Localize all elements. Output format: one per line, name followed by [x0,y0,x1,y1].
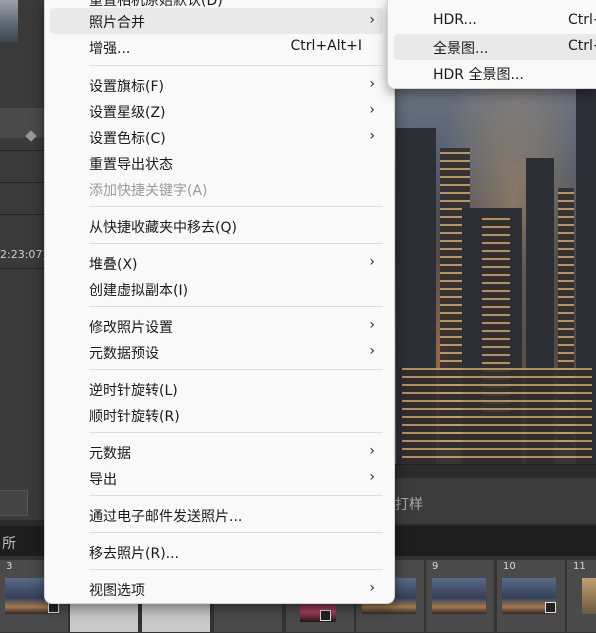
menu-item-label: 修改照片设置 [89,320,173,336]
menu-item-email-photo[interactable]: 通过电子邮件发送照片... [50,502,383,528]
menu-item-label: 重置导出状态 [89,157,173,173]
menu-separator [89,206,383,207]
city-night-photo [392,88,596,464]
menu-item-set-color-label[interactable]: 设置色标(C) › [50,124,383,150]
left-panel-button[interactable] [0,490,28,516]
filmstrip-source-label[interactable]: 所 [2,533,16,553]
menu-item-label: 顺时针旋转(R) [89,409,180,425]
menu-item-label: 元数据预设 [89,346,159,362]
menu-item-view-options[interactable]: 视图选项 › [50,576,383,602]
menu-item-shortcut: Ctrl+Alt+I [290,38,362,54]
menu-item-label: 设置旗标(F) [89,79,164,95]
chevron-right-icon: › [369,254,375,270]
menu-item-metadata[interactable]: 元数据 › [50,439,383,465]
left-panel-divider [0,214,50,215]
filmstrip-thumbnail[interactable] [432,578,486,614]
filmstrip-thumbnail[interactable] [582,578,596,614]
menu-separator [89,243,383,244]
menu-separator [89,369,383,370]
menu-separator [89,432,383,433]
menu-item-label: 视图选项 [89,583,145,599]
left-panel-slider-track[interactable] [0,108,50,138]
menu-item-add-quick-keyword: 添加快捷关键字(A) [50,176,383,202]
menu-item-stacking[interactable]: 堆叠(X) › [50,250,383,276]
photo-building [402,368,592,464]
chevron-right-icon: › [369,443,375,459]
chevron-right-icon: › [369,12,375,28]
menu-separator [89,65,383,66]
menu-item-label: 创建虚拟副本(I) [89,283,189,299]
menu-item-rotate-right[interactable]: 顺时针旋转(R) [50,402,383,428]
submenu-item-hdr[interactable]: HDR... Ctrl+ [394,8,596,34]
menu-item-label: 从快捷收藏夹中移去(Q) [89,220,237,236]
left-panel-thumbnail [0,0,18,42]
menu-item-label: 堆叠(X) [89,257,138,273]
menu-item-label: 逆时针旋转(L) [89,383,178,399]
menu-item-label: 移去照片(R)... [89,546,180,562]
menu-item-remove-photo[interactable]: 移去照片(R)... [50,539,383,565]
menu-item-develop-settings[interactable]: 修改照片设置 › [50,313,383,339]
menu-item-label: HDR... [433,12,477,28]
filmstrip-number: 3 [6,561,13,572]
menu-item-set-rating[interactable]: 设置星级(Z) › [50,98,383,124]
menu-item-label: 添加快捷关键字(A) [89,183,208,199]
chevron-right-icon: › [369,76,375,92]
menu-item-label: 增强... [89,41,131,57]
menu-item-export[interactable]: 导出 › [50,465,383,491]
chevron-right-icon: › [369,343,375,359]
photo-merge-submenu: HDR... Ctrl+ 全景图... Ctrl+ HDR 全景图... [387,0,596,89]
menu-item-label: 设置色标(C) [89,131,166,147]
filmstrip-badge-icon [320,610,331,621]
menu-item-label: 照片合并 [89,15,145,31]
menu-item-metadata-presets[interactable]: 元数据预设 › [50,339,383,365]
menu-item-create-virtual-copy[interactable]: 创建虚拟副本(I) [50,276,383,302]
submenu-item-panorama[interactable]: 全景图... Ctrl+ [394,34,596,60]
filmstrip-number: 10 [503,561,516,572]
chevron-right-icon: › [369,102,375,118]
filmstrip-badge-icon [545,602,556,613]
left-panel-divider [0,150,50,151]
menu-item-photo-merge[interactable]: 照片合并 › [50,8,383,34]
chevron-right-icon: › [369,317,375,333]
chevron-right-icon: › [369,580,375,596]
menu-item-remove-from-quick-collection[interactable]: 从快捷收藏夹中移去(Q) [50,213,383,239]
capture-time-label: 2:23:07) [0,248,47,261]
menu-item-label: 全景图... [433,41,489,57]
chevron-right-icon: › [369,128,375,144]
soft-proofing-label[interactable]: 打样 [395,494,423,514]
menu-separator [89,495,383,496]
menu-item-label: 导出 [89,472,117,488]
menu-item-label: 通过电子邮件发送照片... [89,509,243,525]
menu-separator [89,532,383,533]
menu-item-label: 元数据 [89,446,131,462]
menu-item-reset-export-state[interactable]: 重置导出状态 [50,150,383,176]
menu-item-enhance[interactable]: 增强... Ctrl+Alt+I [50,34,383,60]
chevron-right-icon: › [369,469,375,485]
menu-separator [89,569,383,570]
left-panel-divider [0,182,50,183]
menu-item-label: HDR 全景图... [433,67,524,83]
menu-item-shortcut: Ctrl+ [568,38,596,54]
left-panel-divider [0,268,50,269]
context-menu: 重置相机原始默认(D) 照片合并 › 增强... Ctrl+Alt+I 设置旗标… [44,0,395,604]
filmstrip-number: 9 [432,561,439,572]
submenu-item-hdr-panorama[interactable]: HDR 全景图... [394,60,596,86]
menu-item-set-flag[interactable]: 设置旗标(F) › [50,72,383,98]
menu-separator [89,306,383,307]
menu-item-rotate-left[interactable]: 逆时针旋转(L) [50,376,383,402]
menu-item-label: 设置星级(Z) [89,105,166,121]
filmstrip-number: 11 [573,561,586,572]
menu-item-shortcut: Ctrl+ [568,12,596,28]
